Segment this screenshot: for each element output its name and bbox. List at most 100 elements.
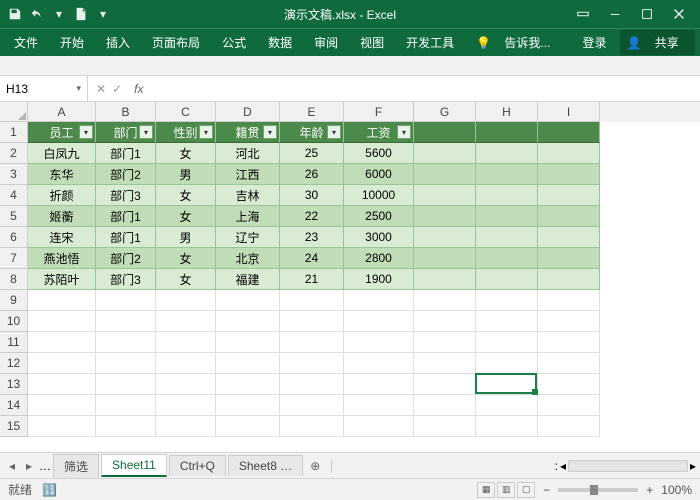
filter-dropdown-icon[interactable]: ▾ — [263, 125, 277, 139]
cell-A2[interactable]: 白凤九 — [28, 143, 96, 164]
cell-H6[interactable] — [476, 227, 538, 248]
tell-me[interactable]: 💡 告诉我... — [466, 30, 570, 55]
cell-F6[interactable]: 3000 — [344, 227, 414, 248]
cell-E14[interactable] — [280, 395, 344, 416]
ribbon-options-icon[interactable] — [568, 4, 598, 24]
tab-data[interactable]: 数据 — [258, 30, 302, 55]
cell-C5[interactable]: 女 — [156, 206, 216, 227]
cell-G12[interactable] — [414, 353, 476, 374]
cell-A1[interactable]: 员工▾ — [28, 122, 96, 143]
select-all-corner[interactable] — [0, 102, 28, 122]
cell-E1[interactable]: 年龄▾ — [280, 122, 344, 143]
row-header-10[interactable]: 10 — [0, 311, 28, 332]
col-header-I[interactable]: I — [538, 102, 600, 122]
cell-D2[interactable]: 河北 — [216, 143, 280, 164]
cell-G13[interactable] — [414, 374, 476, 395]
cell-B3[interactable]: 部门2 — [96, 164, 156, 185]
cell-D12[interactable] — [216, 353, 280, 374]
cell-H3[interactable] — [476, 164, 538, 185]
cell-I1[interactable] — [538, 122, 600, 143]
tab-view[interactable]: 视图 — [350, 30, 394, 55]
add-sheet-button[interactable]: ⊕ — [305, 459, 325, 473]
cell-I13[interactable] — [538, 374, 600, 395]
cell-G14[interactable] — [414, 395, 476, 416]
tab-sheet8[interactable]: Sheet8 … — [228, 455, 303, 476]
cell-E11[interactable] — [280, 332, 344, 353]
sheet-nav[interactable]: ◂▸ — [4, 459, 37, 473]
cell-B15[interactable] — [96, 416, 156, 437]
cell-D13[interactable] — [216, 374, 280, 395]
cell-B10[interactable] — [96, 311, 156, 332]
cell-I4[interactable] — [538, 185, 600, 206]
cell-D4[interactable]: 吉林 — [216, 185, 280, 206]
cell-G8[interactable] — [414, 269, 476, 290]
row-header-9[interactable]: 9 — [0, 290, 28, 311]
cell-E4[interactable]: 30 — [280, 185, 344, 206]
cell-F5[interactable]: 2500 — [344, 206, 414, 227]
tab-developer[interactable]: 开发工具 — [396, 30, 464, 55]
formula-input[interactable] — [147, 79, 700, 99]
cell-E9[interactable] — [280, 290, 344, 311]
cell-F10[interactable] — [344, 311, 414, 332]
cell-D8[interactable]: 福建 — [216, 269, 280, 290]
cell-I5[interactable] — [538, 206, 600, 227]
login-link[interactable]: 登录 — [572, 30, 616, 55]
cell-B6[interactable]: 部门1 — [96, 227, 156, 248]
new-icon[interactable] — [72, 5, 90, 23]
cell-H11[interactable] — [476, 332, 538, 353]
cell-F11[interactable] — [344, 332, 414, 353]
cell-C9[interactable] — [156, 290, 216, 311]
cell-A9[interactable] — [28, 290, 96, 311]
cell-D10[interactable] — [216, 311, 280, 332]
cell-D6[interactable]: 辽宁 — [216, 227, 280, 248]
cell-F12[interactable] — [344, 353, 414, 374]
row-header-13[interactable]: 13 — [0, 374, 28, 395]
cell-F1[interactable]: 工资▾ — [344, 122, 414, 143]
cell-G6[interactable] — [414, 227, 476, 248]
cell-B2[interactable]: 部门1 — [96, 143, 156, 164]
cell-C8[interactable]: 女 — [156, 269, 216, 290]
cell-B13[interactable] — [96, 374, 156, 395]
cell-A3[interactable]: 东华 — [28, 164, 96, 185]
cell-A12[interactable] — [28, 353, 96, 374]
row-header-12[interactable]: 12 — [0, 353, 28, 374]
cell-H8[interactable] — [476, 269, 538, 290]
cell-I8[interactable] — [538, 269, 600, 290]
cell-F4[interactable]: 10000 — [344, 185, 414, 206]
filter-dropdown-icon[interactable]: ▾ — [199, 125, 213, 139]
tab-formula[interactable]: 公式 — [212, 30, 256, 55]
cell-B8[interactable]: 部门3 — [96, 269, 156, 290]
tab-home[interactable]: 开始 — [50, 30, 94, 55]
cell-G2[interactable] — [414, 143, 476, 164]
col-header-C[interactable]: C — [156, 102, 216, 122]
tab-filter[interactable]: 筛选 — [53, 454, 99, 478]
name-box[interactable]: H13 — [0, 76, 88, 102]
row-header-2[interactable]: 2 — [0, 143, 28, 164]
filter-dropdown-icon[interactable]: ▾ — [397, 125, 411, 139]
cell-A14[interactable] — [28, 395, 96, 416]
minimize-icon[interactable] — [600, 4, 630, 24]
tab-file[interactable]: 文件 — [4, 30, 48, 55]
cell-B12[interactable] — [96, 353, 156, 374]
cell-C14[interactable] — [156, 395, 216, 416]
cell-A7[interactable]: 燕池悟 — [28, 248, 96, 269]
cell-I2[interactable] — [538, 143, 600, 164]
cell-D15[interactable] — [216, 416, 280, 437]
row-header-15[interactable]: 15 — [0, 416, 28, 437]
cell-H1[interactable] — [476, 122, 538, 143]
row-header-4[interactable]: 4 — [0, 185, 28, 206]
cell-I14[interactable] — [538, 395, 600, 416]
row-header-8[interactable]: 8 — [0, 269, 28, 290]
cell-D11[interactable] — [216, 332, 280, 353]
filter-dropdown-icon[interactable]: ▾ — [139, 125, 153, 139]
cell-A15[interactable] — [28, 416, 96, 437]
col-header-G[interactable]: G — [414, 102, 476, 122]
spreadsheet-grid[interactable]: ABCDEFGHI 123456789101112131415 员工▾部门▾性别… — [0, 102, 700, 452]
cell-E12[interactable] — [280, 353, 344, 374]
filter-dropdown-icon[interactable]: ▾ — [327, 125, 341, 139]
cell-C3[interactable]: 男 — [156, 164, 216, 185]
cell-B1[interactable]: 部门▾ — [96, 122, 156, 143]
cell-B5[interactable]: 部门1 — [96, 206, 156, 227]
tab-sheet11[interactable]: Sheet11 — [101, 454, 167, 477]
tab-insert[interactable]: 插入 — [96, 30, 140, 55]
